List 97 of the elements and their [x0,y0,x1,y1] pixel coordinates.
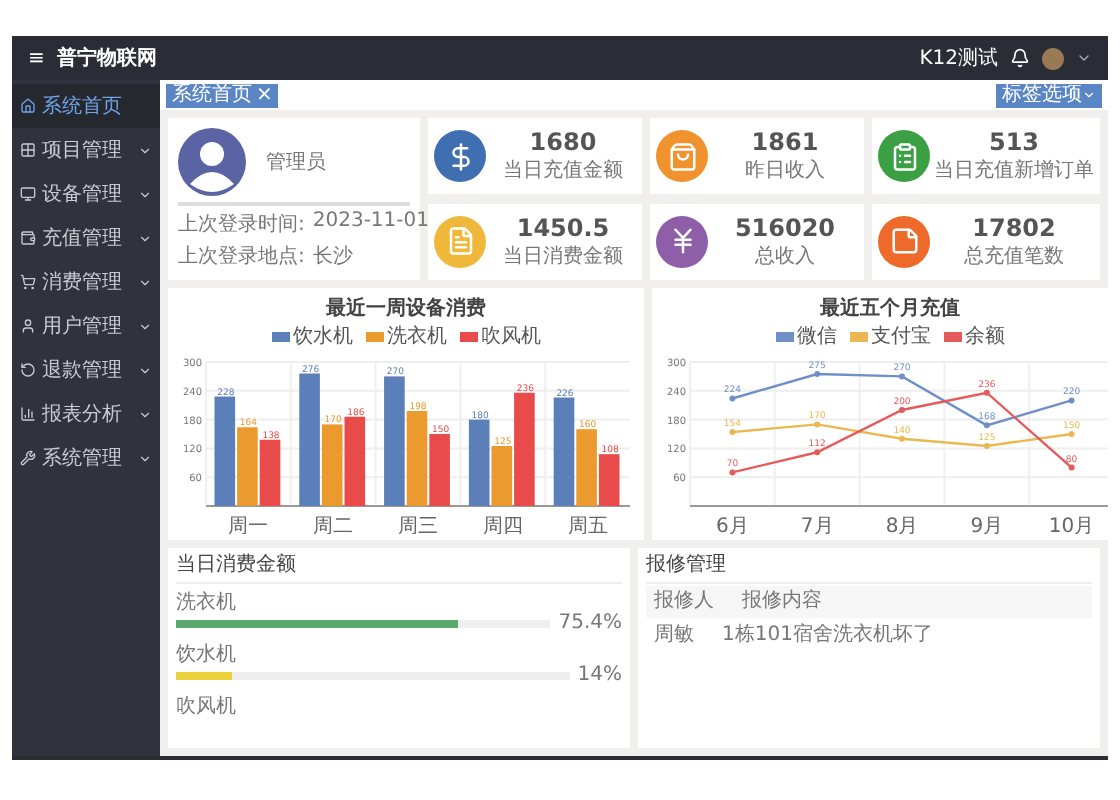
menu-item-icon [20,274,36,290]
data-point [729,429,736,436]
stat-value: 1861 [751,128,819,156]
bell-icon[interactable] [1010,48,1030,68]
legend-item: 饮水机 [271,322,353,350]
stat-value: 513 [988,128,1040,156]
axis-category-label: 周二 [313,516,354,534]
data-point [899,373,905,380]
tab-options-button[interactable]: 标签选项 [996,83,1102,107]
axis-category-label: 周三 [398,516,438,534]
axis-category-label: 7月 [800,516,834,534]
role-label: 管理员 [266,150,326,176]
data-point [814,421,821,428]
stat-label: 当日充值金额 [503,157,623,184]
data-point [1068,431,1075,437]
bar [406,410,428,506]
avatar-icon [178,128,246,196]
stat-value: 17802 [972,213,1056,241]
sidebar-item[interactable]: 系统管理 [12,436,160,480]
legend-item: 支付宝 [849,322,931,350]
data-point [1068,397,1075,404]
percent-text: 14% [577,664,622,688]
app-title: 普宁物联网 [56,44,159,72]
avatar-icon[interactable] [1042,47,1064,69]
bar [344,416,366,506]
card-title: 报修管理 [646,554,1092,584]
bar [553,397,575,506]
menu-item-icon [20,318,36,334]
menu-item-icon [20,362,36,378]
info-label: 上次登录地点: [178,243,305,270]
data-point [1068,464,1075,471]
data-point [983,422,990,429]
info-label: 上次登录时间: [178,211,305,238]
data-point [983,389,990,396]
legend-item: 洗衣机 [365,322,447,350]
sidebar-item[interactable]: 系统首页 [12,84,160,128]
stat-label: 昨日收入 [745,157,825,184]
sidebar-item[interactable]: 项目管理 [12,128,160,172]
tab[interactable]: 系统首页 × [166,83,279,107]
data-point [899,407,905,413]
column-header: 报修人 [654,590,714,614]
stat-value: 1680 [529,128,597,156]
user-name: K12测试 [919,45,998,72]
legend-item: 吹风机 [459,322,541,350]
data-point [814,449,821,456]
menu-item-icon [20,142,36,158]
axis-category-label: 9月 [970,516,1004,534]
item-name: 洗衣机 [176,592,236,614]
caret-icon[interactable] [1076,50,1092,66]
menu-icon[interactable]: ≡ [28,47,45,69]
bar [237,427,258,506]
caret-icon [1082,88,1096,102]
sidebar-item[interactable]: 退款管理 [12,348,160,392]
chart-title: 最近一周设备消费 [326,295,486,322]
stat-value: 1450.5 [516,213,610,241]
axis-category-label: 10月 [1048,516,1095,534]
item-name: 吹风机 [176,696,236,718]
data-point [983,443,990,449]
data-point [899,435,905,442]
stat-label: 总收入 [755,243,815,269]
table-cell: 周敏 [654,624,694,648]
axis-category-label: 6月 [716,516,749,534]
chart-title: 最近五个月充值 [820,294,960,322]
stat-label: 当日充值新增订单 [934,157,1094,184]
menu-item-icon [20,406,36,422]
data-point [729,395,736,402]
table-cell: 1栋101宿舍洗衣机坏了 [722,624,933,648]
legend-item: 微信 [775,322,837,350]
bar [259,439,281,506]
axis-category-label: 8月 [885,516,919,534]
bar [429,434,450,506]
menu-item-icon [20,98,36,114]
stat-label: 总充值笔数 [964,243,1064,269]
axis-category-label: 周五 [567,516,608,534]
sidebar-item[interactable]: 报表分析 [12,392,160,436]
sidebar-item[interactable]: 充值管理 [12,216,160,260]
data-point [814,371,821,377]
sidebar-item[interactable]: 消费管理 [12,260,160,304]
bar [214,396,236,506]
column-header: 报修内容 [742,590,822,614]
info-value: 长沙 [312,243,353,270]
menu-item-icon [20,450,36,466]
data-point [729,469,736,476]
percent-text: 75.4% [558,612,622,636]
card-title: 当日消费金额 [176,554,622,584]
stat-label: 当日消费金额 [503,243,623,269]
sidebar-item[interactable]: 用户管理 [12,304,160,348]
menu-item-icon [20,230,36,246]
stat-value: 516020 [734,213,836,241]
item-name: 饮水机 [176,644,236,666]
bar [384,376,405,506]
info-value: 2023-11-01 [312,210,429,236]
axis-category-label: 周四 [482,516,523,534]
axis-category-label: 周一 [228,516,269,534]
menu-item-icon [20,186,36,202]
sidebar-item[interactable]: 设备管理 [12,172,160,216]
legend-item: 余额 [943,322,1005,350]
